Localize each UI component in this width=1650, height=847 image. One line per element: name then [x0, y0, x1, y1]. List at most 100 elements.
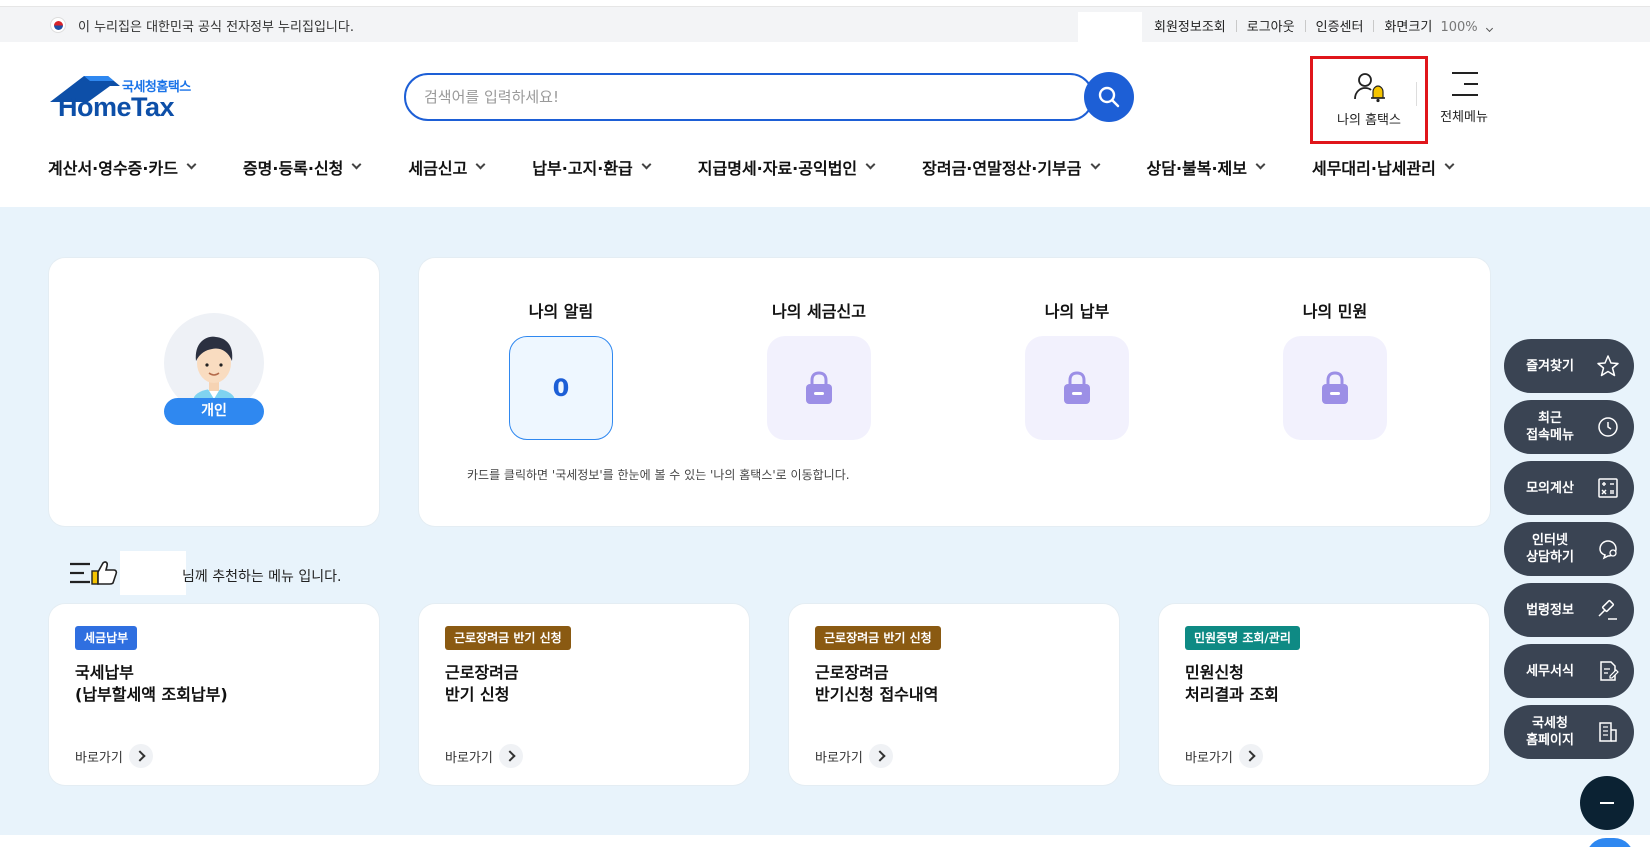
recommend-card[interactable]: 근로장려금 반기 신청 근로장려금 반기신청 접수내역 바로가기	[789, 604, 1119, 785]
locked-box	[767, 336, 871, 440]
recommend-text: 님께 추천하는 메뉴 입니다.	[182, 569, 342, 585]
lock-icon	[806, 371, 832, 404]
all-menu-label: 전체메뉴	[1440, 110, 1488, 125]
cert-center-link[interactable]: 인증센터	[1316, 16, 1364, 35]
clock-icon	[1598, 417, 1618, 437]
my-payment-card[interactable]: 나의 납부	[997, 298, 1157, 440]
gnb-item[interactable]: 세무대리·납세관리	[1311, 152, 1455, 182]
my-hometax-button[interactable]: 나의 홈택스	[1310, 56, 1428, 144]
quick-recent-menu-button[interactable]: 최근 접속메뉴	[1504, 400, 1634, 454]
recommend-card[interactable]: 근로장려금 반기 신청 근로장려금 반기 신청 바로가기	[419, 604, 749, 785]
quick-label: 모의계산	[1526, 480, 1574, 496]
star-icon	[1597, 355, 1619, 377]
card-title: 근로장려금 반기 신청	[445, 663, 519, 704]
chevron-down-icon	[865, 159, 876, 170]
chevron-down-icon	[1485, 24, 1493, 33]
chevron-right-icon	[868, 744, 893, 768]
quick-label: 즐겨찾기	[1526, 358, 1574, 374]
gov-banner: 이 누리집은 대한민국 공식 전자정부 누리집입니다. 회원정보조회 로그아웃 …	[0, 7, 1650, 42]
gnb-item[interactable]: 납부·고지·환급	[532, 152, 652, 182]
category-tag: 민원증명 조회/관리	[1185, 626, 1300, 650]
profile-card[interactable]: 개인	[49, 258, 379, 526]
quick-label: 법령정보	[1526, 602, 1574, 618]
gnb-item-label: 세무대리·납세관리	[1311, 159, 1436, 178]
gnb-item-label: 상담·불복·제보	[1146, 159, 1247, 178]
search-input[interactable]	[424, 85, 1024, 109]
chevron-down-icon	[1255, 159, 1266, 170]
my-hometax-label: 나의 홈택스	[1337, 113, 1401, 128]
locked-box	[1025, 336, 1129, 440]
util-separator	[1373, 19, 1375, 32]
summary-card: 나의 알림 0 나의 세금신고 나의 납부 나의 민원 카드를 클릭하면 '국세…	[419, 258, 1490, 526]
summary-title: 나의 민원	[1302, 302, 1368, 321]
thumbs-up-list-icon	[70, 561, 118, 585]
gnb-item[interactable]: 세금신고	[408, 152, 486, 182]
screen-size-control[interactable]: 화면크기 100%	[1384, 16, 1493, 35]
chevron-down-icon	[186, 159, 197, 170]
zoom-value: 100%	[1440, 20, 1478, 35]
gnb-item-label: 납부·고지·환급	[532, 159, 633, 178]
chevron-down-icon	[1090, 159, 1100, 170]
header-divider	[1416, 82, 1417, 106]
logout-link[interactable]: 로그아웃	[1247, 16, 1295, 35]
recommend-card[interactable]: 세금납부 국세납부 (납부할세액 조회납부) 바로가기	[49, 604, 379, 785]
chat-icon	[1599, 540, 1617, 560]
category-tag: 근로장려금 반기 신청	[445, 626, 571, 650]
shortcut-link[interactable]: 바로가기	[445, 744, 523, 768]
bottom-strip	[0, 835, 1650, 847]
gnb-item-label: 계산서·영수증·카드	[48, 159, 178, 178]
quick-tax-forms-button[interactable]: 세무서식	[1504, 644, 1634, 698]
shortcut-label: 바로가기	[815, 750, 863, 766]
chevron-down-icon	[351, 159, 362, 170]
lock-icon	[1322, 371, 1348, 404]
shortcut-label: 바로가기	[75, 750, 123, 766]
chevron-down-icon	[641, 159, 652, 170]
calculator-icon	[1598, 478, 1618, 498]
category-tag: 근로장려금 반기 신청	[815, 626, 941, 650]
util-separator	[1304, 19, 1306, 32]
card-title: 근로장려금 반기신청 접수내역	[815, 663, 939, 704]
gnb-item[interactable]: 상담·불복·제보	[1146, 152, 1266, 182]
summary-title: 나의 세금신고	[772, 302, 866, 321]
shortcut-link[interactable]: 바로가기	[75, 744, 153, 768]
gnb-item-label: 장려금·연말정산·기부금	[922, 159, 1082, 178]
user-name-hidden	[120, 551, 186, 595]
top-line	[0, 0, 1650, 7]
quick-online-consult-button[interactable]: 인터넷 상담하기	[1504, 522, 1634, 576]
search-icon	[1098, 86, 1120, 108]
quick-nts-homepage-button[interactable]: 국세청 홈페이지	[1504, 705, 1634, 759]
my-civil-petition-card[interactable]: 나의 민원	[1255, 298, 1415, 440]
building-icon	[1599, 722, 1617, 742]
gov-banner-text: 이 누리집은 대한민국 공식 전자정부 누리집입니다.	[78, 20, 354, 35]
member-info-link[interactable]: 회원정보조회	[1154, 16, 1226, 35]
search-button[interactable]	[1084, 72, 1134, 122]
shortcut-link[interactable]: 바로가기	[1185, 744, 1263, 768]
lock-icon	[1064, 371, 1090, 404]
hometax-logo[interactable]: 국세청홈택스 HomeTax	[48, 74, 198, 124]
collapse-quick-menu-button[interactable]	[1580, 776, 1634, 830]
gnb-item[interactable]: 장려금·연말정산·기부금	[922, 152, 1100, 182]
gnb-item-label: 지급명세·자료·공익법인	[697, 159, 858, 178]
hamburger-icon	[1452, 72, 1478, 105]
all-menu-button[interactable]: 전체메뉴	[1432, 70, 1496, 126]
notification-count-box: 0	[509, 336, 613, 440]
gnb-item[interactable]: 지급명세·자료·공익법인	[697, 152, 876, 182]
quick-law-info-button[interactable]: 법령정보	[1504, 583, 1634, 637]
card-title: 민원신청 처리결과 조회	[1185, 663, 1279, 704]
quick-label: 최근 접속메뉴	[1526, 411, 1574, 443]
card-title: 국세납부 (납부할세액 조회납부)	[75, 663, 228, 704]
chevron-right-icon	[128, 744, 153, 768]
gnb-item[interactable]: 계산서·영수증·카드	[48, 152, 197, 182]
summary-title: 나의 납부	[1044, 302, 1110, 321]
gnb-item[interactable]: 증명·등록·신청	[243, 152, 362, 182]
shortcut-link[interactable]: 바로가기	[815, 744, 893, 768]
quick-label: 인터넷 상담하기	[1526, 533, 1574, 565]
summary-title: 나의 알림	[528, 302, 594, 321]
recommend-card[interactable]: 민원증명 조회/관리 민원신청 처리결과 조회 바로가기	[1159, 604, 1489, 785]
quick-calculator-button[interactable]: 모의계산	[1504, 461, 1634, 515]
my-notification-card[interactable]: 나의 알림 0	[481, 298, 641, 440]
user-bell-icon	[1354, 73, 1385, 103]
chevron-right-icon	[1238, 744, 1263, 768]
quick-favorites-button[interactable]: 즐겨찾기	[1504, 339, 1634, 393]
my-tax-report-card[interactable]: 나의 세금신고	[739, 298, 899, 440]
